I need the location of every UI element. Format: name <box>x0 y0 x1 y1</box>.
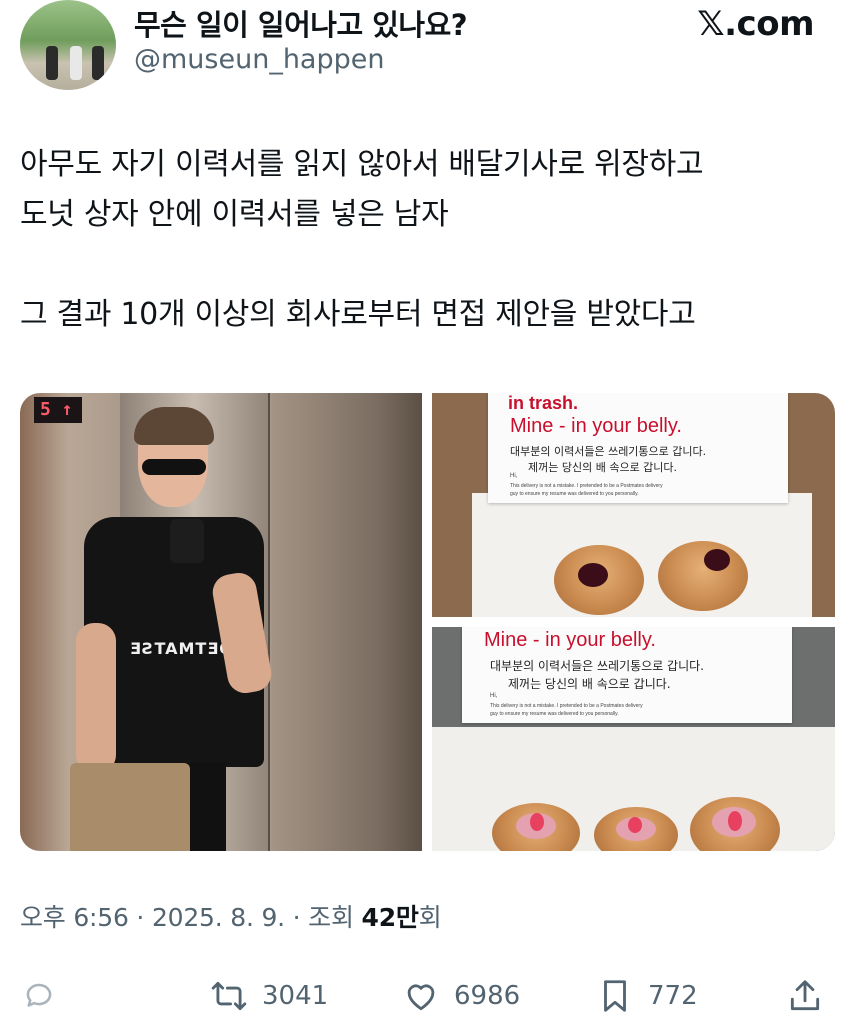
elevator-door <box>272 393 422 851</box>
note-korean-line: 대부분의 이력서들은 쓰레기통으로 갑니다. <box>490 659 704 673</box>
resume-note: in trash. Mine - in your belly. 대부분의 이력서… <box>488 393 788 503</box>
floor-indicator: 5 ↑ <box>34 397 82 423</box>
like-button[interactable]: 6986 <box>402 968 520 1024</box>
phone <box>170 519 204 563</box>
sunglasses <box>142 459 206 475</box>
share-button[interactable] <box>786 968 824 1024</box>
donut-jam <box>628 817 642 833</box>
note-heading: in trash. <box>508 393 579 413</box>
views-label: 조회 <box>308 903 362 932</box>
note-small-print: guy to ensure my resume was delivered to… <box>490 711 619 717</box>
bookmark-button[interactable]: 772 <box>596 968 698 1024</box>
meta-separator: · <box>284 903 309 932</box>
note-small-print: This delivery is not a mistake. I preten… <box>490 703 643 709</box>
note-korean-line: 대부분의 이력서들은 쓰레기통으로 갑니다. <box>510 445 707 458</box>
like-count: 6986 <box>454 981 521 1011</box>
avatar-figure <box>70 46 82 80</box>
retweet-count: 3041 <box>262 981 329 1011</box>
reply-button[interactable] <box>20 968 58 1024</box>
note-subheading: Mine - in your belly. <box>510 415 682 437</box>
tweet-text: 아무도 자기 이력서를 읽지 않아서 배달기사로 위장하고 도넛 상자 안에 이… <box>20 147 704 332</box>
action-bar: 3041 6986 772 <box>0 968 854 1024</box>
views-suffix: 회 <box>418 903 442 932</box>
note-subheading: Mine - in your belly. <box>484 629 656 651</box>
views-count: 42만 <box>361 903 419 932</box>
shirt-print: ƎƧTAMTƎO <box>130 639 234 658</box>
photo-donut-box-bottom[interactable]: Mine - in your belly. 대부분의 이력서들은 쓰레기통으로 … <box>432 627 835 851</box>
x-brand-logo: 𝕏.com <box>697 4 814 44</box>
resume-note: Mine - in your belly. 대부분의 이력서들은 쓰레기통으로 … <box>462 627 792 723</box>
paper-bag <box>70 763 190 851</box>
tweet-date[interactable]: 2025. 8. 9. <box>152 903 285 932</box>
avatar[interactable] <box>20 0 116 90</box>
avatar-figure <box>46 46 58 80</box>
bookmark-count: 772 <box>648 981 698 1011</box>
media-grid: 5 ↑ ƎƧTAMTƎO in trash. Mine - in your be… <box>20 393 835 851</box>
display-name[interactable]: 무슨 일이 일어나고 있나요? <box>134 2 468 44</box>
person-arm <box>76 623 116 773</box>
retweet-button[interactable]: 3041 <box>210 968 328 1024</box>
share-icon <box>790 980 820 1011</box>
photo-donut-box-top[interactable]: in trash. Mine - in your belly. 대부분의 이력서… <box>432 393 835 617</box>
note-small-print: This delivery is not a mistake. I preten… <box>510 483 663 489</box>
note-korean-line: 제꺼는 당신의 배 속으로 갑니다. <box>528 461 678 474</box>
note-greeting: Hi, <box>490 693 498 699</box>
heart-icon <box>407 984 435 1011</box>
bookmark-icon <box>604 980 626 1012</box>
donut-jam <box>704 549 730 571</box>
donut-jam <box>578 563 608 587</box>
reply-icon <box>26 983 52 1007</box>
avatar-figure <box>92 46 104 80</box>
donut-jam <box>728 811 742 831</box>
note-small-print: guy to ensure my resume was delivered to… <box>510 491 639 497</box>
tweet-page: 무슨 일이 일어나고 있나요? @museun_happen 𝕏.com 아무도… <box>0 0 854 1024</box>
donut <box>658 541 748 611</box>
note-korean-line: 제꺼는 당신의 배 속으로 갑니다. <box>508 677 671 691</box>
note-greeting: Hi, <box>510 473 518 479</box>
tweet-meta: 오후 6:56 · 2025. 8. 9. · 조회 42만회 <box>20 898 442 934</box>
retweet-icon <box>211 981 247 1011</box>
photo-elevator-selfie[interactable]: 5 ↑ ƎƧTAMTƎO <box>20 393 422 851</box>
person-hair <box>134 407 214 445</box>
donut-jam <box>530 813 544 831</box>
tweet-time[interactable]: 오후 6:56 <box>20 903 129 932</box>
user-handle[interactable]: @museun_happen <box>134 44 384 75</box>
meta-separator: · <box>128 903 152 932</box>
donut-box <box>472 493 812 617</box>
